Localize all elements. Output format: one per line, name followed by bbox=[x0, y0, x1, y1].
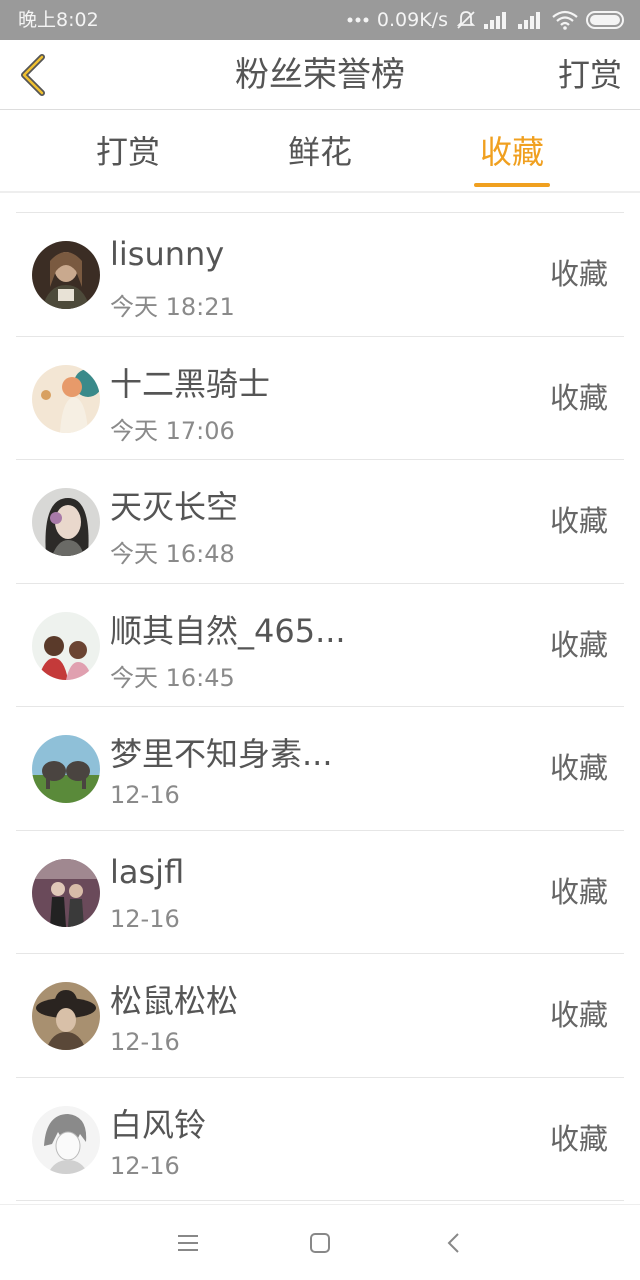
avatar bbox=[32, 1105, 100, 1174]
favorite-label: 收藏 bbox=[549, 998, 608, 1032]
network-speed: 0.09K/s bbox=[376, 9, 448, 31]
battery-icon bbox=[586, 11, 626, 29]
favorite-label: 收藏 bbox=[549, 627, 608, 662]
fan-list: lisunny 今天 18:21 收藏 十二黑骑士 今天 17:06 收藏 天灭… bbox=[16, 212, 624, 1201]
home-square-icon bbox=[310, 1233, 330, 1253]
header-bar: 粉丝荣誉榜 打赏 bbox=[0, 40, 640, 110]
favorite-label: 收藏 bbox=[549, 874, 608, 909]
page-title: 粉丝荣誉榜 bbox=[235, 55, 405, 95]
active-tab-indicator bbox=[474, 183, 550, 187]
list-item[interactable]: 十二黑骑士 今天 17:06 收藏 bbox=[16, 337, 624, 460]
timestamp: 12-16 bbox=[110, 1151, 180, 1180]
user-name: 顺其自然_465... bbox=[110, 611, 346, 650]
list-item[interactable]: 顺其自然_465... 今天 16:45 收藏 bbox=[16, 584, 624, 707]
user-name: 天灭长空 bbox=[110, 488, 239, 526]
user-name: 白风铃 bbox=[110, 1105, 207, 1144]
user-name: lisunny bbox=[110, 235, 225, 273]
signal-icon-2 bbox=[518, 11, 544, 29]
list-item[interactable]: 白风铃 12-16 收藏 bbox=[16, 1078, 624, 1201]
system-nav-bar bbox=[0, 1204, 640, 1280]
avatar bbox=[32, 241, 100, 309]
avatar bbox=[32, 982, 100, 1050]
timestamp: 今天 18:21 bbox=[110, 293, 235, 321]
avatar bbox=[32, 488, 100, 556]
timestamp: 12-16 bbox=[110, 1028, 180, 1056]
avatar bbox=[32, 611, 100, 680]
timestamp: 今天 16:45 bbox=[110, 663, 235, 692]
back-arrow-icon bbox=[447, 1233, 459, 1253]
list-item[interactable]: 天灭长空 今天 16:48 收藏 bbox=[16, 460, 624, 584]
back-nav-button[interactable] bbox=[438, 1227, 470, 1259]
avatar bbox=[32, 364, 100, 433]
wifi-icon bbox=[552, 10, 578, 30]
favorite-label: 收藏 bbox=[549, 1121, 608, 1156]
timestamp: 12-16 bbox=[110, 904, 180, 933]
tab-bar: 打赏 鲜花 收藏 bbox=[0, 111, 640, 193]
list-item[interactable]: 松鼠松松 12-16 收藏 bbox=[16, 954, 624, 1078]
more-dots-icon bbox=[347, 16, 369, 24]
menu-icon bbox=[178, 1235, 198, 1251]
status-bar: 晚上8:02 0.09K/s bbox=[0, 0, 640, 40]
user-name: 梦里不知身素... bbox=[110, 735, 333, 773]
avatar bbox=[32, 735, 100, 803]
list-item[interactable]: lasjfl 12-16 收藏 bbox=[16, 831, 624, 954]
user-name: 松鼠松松 bbox=[110, 982, 239, 1020]
timestamp: 12-16 bbox=[110, 781, 180, 809]
mute-bell-icon bbox=[456, 10, 476, 30]
avatar bbox=[32, 858, 100, 927]
timestamp: 今天 16:48 bbox=[110, 540, 235, 568]
favorite-label: 收藏 bbox=[549, 751, 608, 785]
status-icons: 0.09K/s bbox=[347, 0, 626, 40]
tab-favorites[interactable]: 收藏 bbox=[452, 111, 572, 193]
timestamp: 今天 17:06 bbox=[110, 416, 235, 445]
menu-button[interactable] bbox=[172, 1227, 204, 1259]
list-item[interactable]: 梦里不知身素... 12-16 收藏 bbox=[16, 707, 624, 831]
favorite-label: 收藏 bbox=[549, 257, 608, 291]
reward-button[interactable]: 打赏 bbox=[558, 40, 622, 110]
status-time: 晚上8:02 bbox=[18, 9, 99, 31]
user-name: 十二黑骑士 bbox=[110, 364, 271, 403]
signal-icon bbox=[484, 11, 510, 29]
list-item[interactable]: lisunny 今天 18:21 收藏 bbox=[16, 213, 624, 337]
tab-flowers[interactable]: 鲜花 bbox=[260, 111, 380, 193]
favorite-label: 收藏 bbox=[549, 380, 608, 415]
home-button[interactable] bbox=[304, 1227, 336, 1259]
tab-reward[interactable]: 打赏 bbox=[68, 111, 188, 193]
user-name: lasjfl bbox=[110, 852, 185, 891]
favorite-label: 收藏 bbox=[549, 504, 608, 538]
